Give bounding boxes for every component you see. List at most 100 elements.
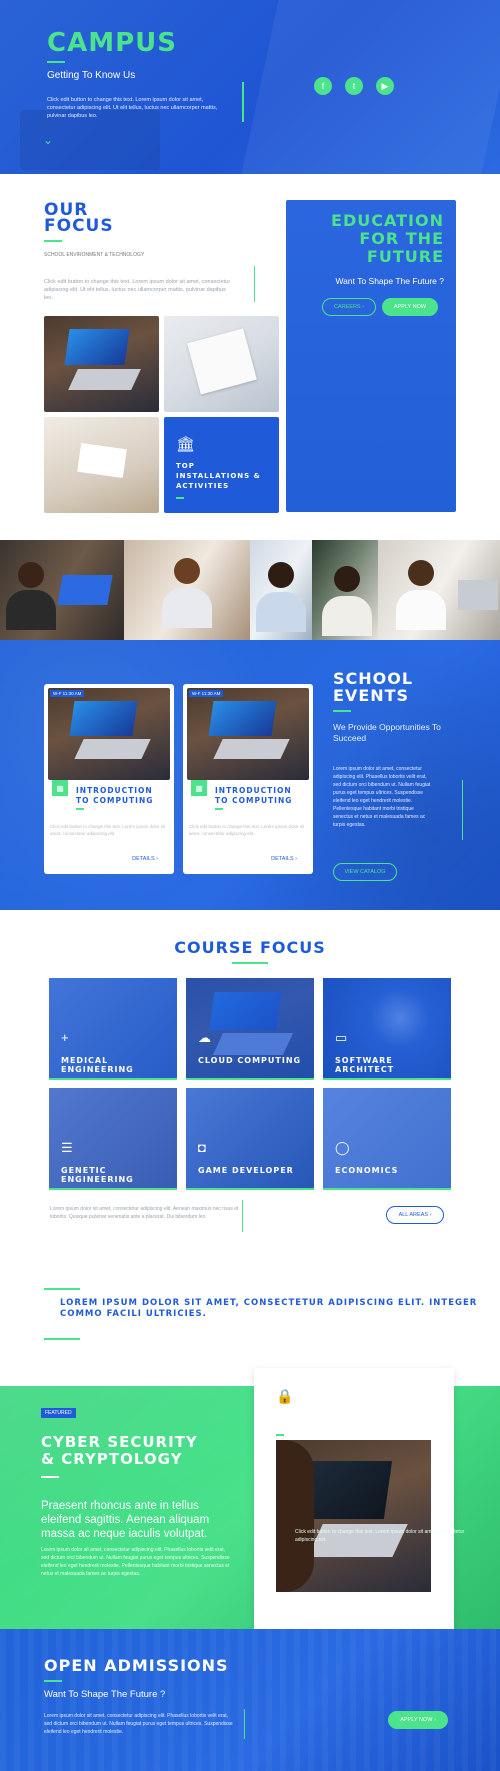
installations-tile[interactable]: 🏛 TOP INSTALLATIONS & ACTIVITIES <box>164 417 279 513</box>
focus-description: Click edit button to change this text. L… <box>44 279 231 301</box>
event-card-title: INTRODUCTION TO COMPUTING <box>76 786 154 805</box>
chevron-right-icon: › <box>295 856 297 862</box>
students-group-photo <box>124 540 250 640</box>
event-card-details-link[interactable]: DETAILS › <box>271 856 297 862</box>
quote-bottom-bar <box>44 1338 80 1340</box>
gamepad-icon: ◘ <box>198 1140 206 1155</box>
event-card-description: Click edit button to change this text. L… <box>50 824 166 836</box>
student-glasses-photo <box>378 540 500 640</box>
all-areas-label: ALL AREAS <box>398 1212 429 1218</box>
admissions-subtitle: Want To Shape The Future ? <box>44 1689 166 1700</box>
laptop-photo <box>44 316 159 412</box>
event-card-details-link[interactable]: DETAILS › <box>132 856 158 862</box>
focus-title-line2: FOCUS <box>44 216 114 236</box>
desk-study-photo <box>164 316 279 412</box>
event-card[interactable]: W-F 11:30 AM ▦ INTRODUCTION TO COMPUTING… <box>44 684 174 874</box>
event-card-date: W-F 11:30 AM <box>189 690 224 697</box>
scroll-down-icon[interactable]: ⌄ <box>43 133 53 147</box>
education-title: EDUCATION FOR THE FUTURE <box>331 212 444 266</box>
hero-subtitle: Getting To Know Us <box>47 70 136 81</box>
course-title: COURSE FOCUS <box>174 938 326 957</box>
events-title: SCHOOL EVENTS <box>333 670 413 704</box>
cyber-title-underline <box>41 1476 59 1478</box>
focus-title: OUR FOCUS <box>44 202 114 236</box>
cyber-title: CYBER SECURITY & CRYPTOLOGY <box>41 1434 198 1468</box>
hero-title-underline <box>47 61 65 63</box>
education-title-line2: FOR THE <box>359 229 444 248</box>
white-hacking-underline <box>276 1434 284 1436</box>
white-hacking-card[interactable]: 🔒 WHITE HACKING AND MORE... ‹ Click edit… <box>254 1368 464 1642</box>
course-tile-medical-engineering[interactable]: + MEDICAL ENGINEERING <box>49 978 177 1080</box>
event-card-description: Click edit button to change this text. L… <box>189 824 305 836</box>
twitter-icon[interactable]: t <box>345 77 363 95</box>
admissions-texture <box>0 1629 500 1771</box>
plus-icon: + <box>61 1030 69 1045</box>
course-tile-label: ECONOMICS <box>335 1166 399 1175</box>
course-tile-game-developer[interactable]: ◘ GAME DEVELOPER <box>186 1088 314 1190</box>
chat-icon: ◯ <box>335 1140 350 1155</box>
admissions-apply-label: APPLY NOW <box>400 1717 433 1723</box>
events-title-line2: EVENTS <box>333 686 410 705</box>
careers-button-label: CAREERS <box>334 304 361 310</box>
course-divider <box>242 1200 243 1232</box>
screen-icon: ▭ <box>335 1030 348 1045</box>
student-smiling-photo <box>250 540 312 640</box>
education-title-line1: EDUCATION <box>331 211 444 230</box>
apply-now-button[interactable]: APPLY NOW <box>382 298 438 316</box>
course-tile-economics[interactable]: ◯ ECONOMICS <box>323 1088 451 1190</box>
cyber-description: Lorem ipsum dolor sit amet, consectetur … <box>41 1547 230 1577</box>
student-reading-photo <box>312 540 378 640</box>
cyber-title-line2: & CRYPTOLOGY <box>41 1450 183 1468</box>
hero-section: CAMPUS Getting To Know Us Click edit but… <box>0 0 500 174</box>
events-subtitle: We Provide Opportunities To Succeed <box>333 722 441 743</box>
events-title-line1: SCHOOL <box>333 669 414 688</box>
admissions-title-underline <box>44 1680 62 1682</box>
admissions-section: OPEN ADMISSIONS Want To Shape The Future… <box>0 1629 500 1771</box>
cloud-icon: ☁ <box>198 1030 211 1045</box>
focus-divider <box>254 266 255 302</box>
carousel-prev-icon[interactable]: ‹ <box>260 1502 264 1516</box>
student-laptop-photo <box>0 540 124 640</box>
quote-text: LOREM IPSUM DOLOR SIT AMET, CONSECTETUR … <box>60 1298 478 1319</box>
view-catalog-button[interactable]: VIEW CATALOG <box>333 863 397 881</box>
lock-icon: 🔒 <box>276 1388 294 1404</box>
course-tile-cloud-computing[interactable]: ☁ CLOUD COMPUTING <box>186 978 314 1080</box>
calendar-icon: ▦ <box>52 780 68 796</box>
event-card[interactable]: W-F 11:30 AM ▦ INTRODUCTION TO COMPUTING… <box>183 684 313 874</box>
all-areas-button[interactable]: ALL AREAS › <box>386 1206 444 1224</box>
education-title-line3: FUTURE <box>366 247 444 266</box>
course-focus-section: COURSE FOCUS + MEDICAL ENGINEERING ☁ CLO… <box>0 910 500 1264</box>
focus-title-underline <box>44 240 62 242</box>
course-tile-genetic-engineering[interactable]: ☰ GENETIC ENGINEERING <box>49 1088 177 1190</box>
details-label: DETAILS <box>132 856 155 862</box>
course-description: Lorem ipsum dolor sit amet, consectetur … <box>50 1206 239 1220</box>
event-card-underline <box>76 808 84 810</box>
events-description: Lorem ipsum dolor sit amet, consectetur … <box>333 766 431 828</box>
apply-now-label: APPLY NOW <box>393 304 427 310</box>
view-catalog-label: VIEW CATALOG <box>344 869 386 875</box>
hero-description: Click edit button to change this text. L… <box>47 97 218 119</box>
installations-underline <box>176 497 184 499</box>
education-subtitle: Want To Shape The Future ? <box>335 276 444 286</box>
course-tile-label: GENETIC ENGINEERING <box>61 1166 134 1184</box>
course-tile-software-architect[interactable]: ▭ SOFTWARE ARCHITECT <box>323 978 451 1080</box>
installations-label: TOP INSTALLATIONS & ACTIVITIES <box>176 462 261 490</box>
youtube-icon[interactable]: ▶ <box>376 77 394 95</box>
quote-top-bar <box>44 1288 80 1290</box>
careers-button[interactable]: CAREERS › <box>322 298 376 316</box>
hero-texture <box>241 0 500 174</box>
event-card-title: INTRODUCTION TO COMPUTING <box>215 786 293 805</box>
event-card-image <box>48 688 170 780</box>
featured-badge: FEATURED <box>41 1408 76 1418</box>
course-tile-label: CLOUD COMPUTING <box>198 1056 302 1065</box>
course-title-underline <box>232 962 268 964</box>
details-label: DETAILS <box>271 856 294 862</box>
admissions-apply-button[interactable]: APPLY NOW › <box>388 1711 448 1729</box>
focus-section: OUR FOCUS SCHOOL ENVIRONMENT & TECHNOLOG… <box>0 174 500 540</box>
chevron-right-icon: › <box>433 1717 436 1723</box>
event-card-image <box>187 688 309 780</box>
building-icon: 🏛 <box>176 436 196 453</box>
facebook-icon[interactable]: f <box>314 77 332 95</box>
event-card-underline <box>215 808 223 810</box>
cyber-section: FEATURED CYBER SECURITY & CRYPTOLOGY Pra… <box>0 1368 500 1642</box>
